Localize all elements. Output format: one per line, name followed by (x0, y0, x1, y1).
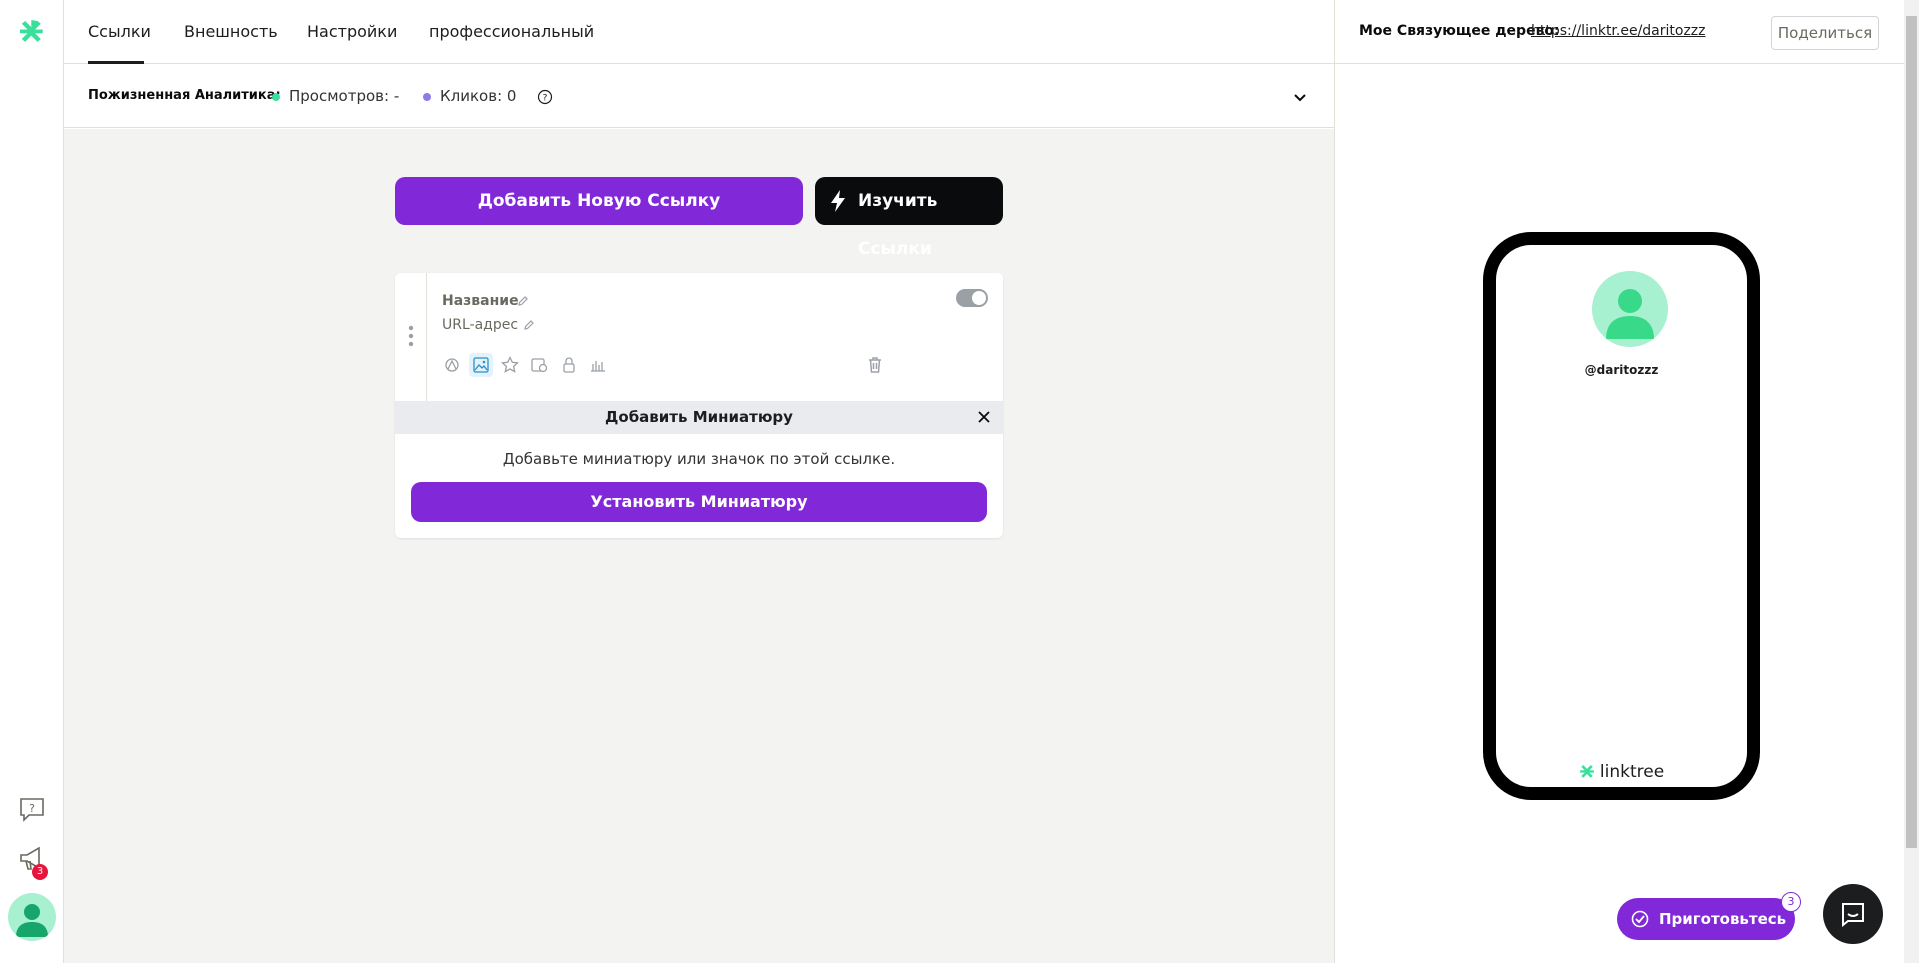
question-icon[interactable]: ? (537, 89, 553, 105)
thumbnail-icon[interactable] (471, 355, 491, 375)
analytics-bar: Пожизненная Аналитика: Просмотров: - Кли… (64, 65, 1334, 128)
close-icon[interactable] (977, 410, 991, 424)
link-card: Название URL-адрес Добавить Миниатюру До… (395, 273, 1003, 538)
star-icon[interactable] (500, 355, 520, 375)
tab-settings[interactable]: Настройки (307, 22, 397, 41)
page-scrollbar[interactable] (1904, 0, 1919, 963)
trash-icon[interactable] (865, 355, 885, 375)
clicks-metric: Кликов: 0 (440, 87, 517, 105)
drag-handle[interactable] (395, 273, 427, 401)
schedule-icon[interactable] (529, 355, 549, 375)
explore-links-button[interactable]: Изучить Ссылки (815, 177, 1003, 259)
bounce-icon[interactable] (442, 355, 462, 375)
get-ready-button[interactable]: Приготовьтесь (1617, 898, 1795, 940)
phone-preview: @daritozzz linktree (1483, 232, 1760, 800)
edit-url-icon[interactable] (523, 319, 535, 331)
analytics-icon[interactable] (588, 355, 608, 375)
svg-text:?: ? (543, 94, 548, 104)
lock-icon[interactable] (559, 355, 579, 375)
edit-title-icon[interactable] (517, 295, 529, 307)
linktree-footer[interactable]: linktree (1496, 762, 1747, 782)
profile-avatar (1592, 271, 1668, 347)
tab-appearance[interactable]: Внешность (184, 22, 278, 41)
set-thumbnail-button[interactable]: Установить Миниатюру (411, 482, 987, 522)
brand-wordmark: linktree (1599, 762, 1665, 782)
thumbnail-description: Добавьте миниатюру или значок по этой сс… (502, 450, 896, 468)
tab-pro[interactable]: профессиональный (429, 22, 594, 41)
account-avatar[interactable] (8, 893, 56, 941)
active-tab-indicator (88, 61, 144, 64)
thumbnail-panel-header: Добавить Миниатюру (395, 401, 1003, 434)
preview-header: Мое Связующее дерево: https://linktr.ee/… (1335, 0, 1905, 64)
tree-url-link[interactable]: https://linktr.ee/daritozzz (1531, 23, 1706, 39)
left-rail: ? 3 (0, 0, 64, 963)
chat-launcher-button[interactable] (1823, 884, 1883, 944)
user-silhouette-icon (16, 904, 48, 937)
link-enabled-toggle[interactable] (956, 289, 988, 307)
check-circle-icon (1631, 910, 1649, 928)
tree-label: Мое Связующее дерево: (1359, 23, 1560, 39)
thumbnail-panel-title: Добавить Миниатюру (605, 408, 793, 426)
linktree-logo-icon (1579, 765, 1594, 778)
scrollbar-thumb[interactable] (1906, 16, 1917, 848)
profile-username: @daritozzz (1584, 363, 1659, 377)
link-url-field[interactable]: URL-адрес (442, 317, 518, 333)
drag-dots-icon (408, 325, 414, 347)
notification-badge: 3 (32, 864, 48, 880)
clicks-dot (423, 93, 431, 101)
get-ready-label: Приготовьтесь (1659, 910, 1787, 928)
share-button[interactable]: Поделиться (1771, 16, 1879, 50)
svg-text:?: ? (29, 802, 35, 815)
explore-links-label: Изучить Ссылки (858, 191, 938, 259)
help-chat-icon[interactable]: ? (18, 796, 46, 822)
analytics-label: Пожизненная Аналитика: (88, 88, 281, 103)
top-navigation: Ссылки Внешность Настройки профессиональ… (64, 0, 1334, 64)
add-new-link-button[interactable]: Добавить Новую Ссылку (395, 177, 803, 225)
chevron-down-icon[interactable] (1292, 90, 1308, 106)
preview-panel: Мое Связующее дерево: https://linktr.ee/… (1334, 0, 1905, 963)
tab-links[interactable]: Ссылки (88, 22, 151, 41)
main-content (64, 129, 1334, 963)
lightning-icon (831, 190, 845, 212)
views-dot (272, 93, 280, 101)
link-title-field[interactable]: Название (442, 293, 519, 309)
user-silhouette-icon (1606, 289, 1654, 339)
chat-icon (1842, 903, 1864, 927)
views-metric: Просмотров: - (289, 87, 400, 105)
linktree-logo-icon[interactable] (18, 20, 46, 46)
get-ready-count-badge: 3 (1781, 892, 1801, 912)
